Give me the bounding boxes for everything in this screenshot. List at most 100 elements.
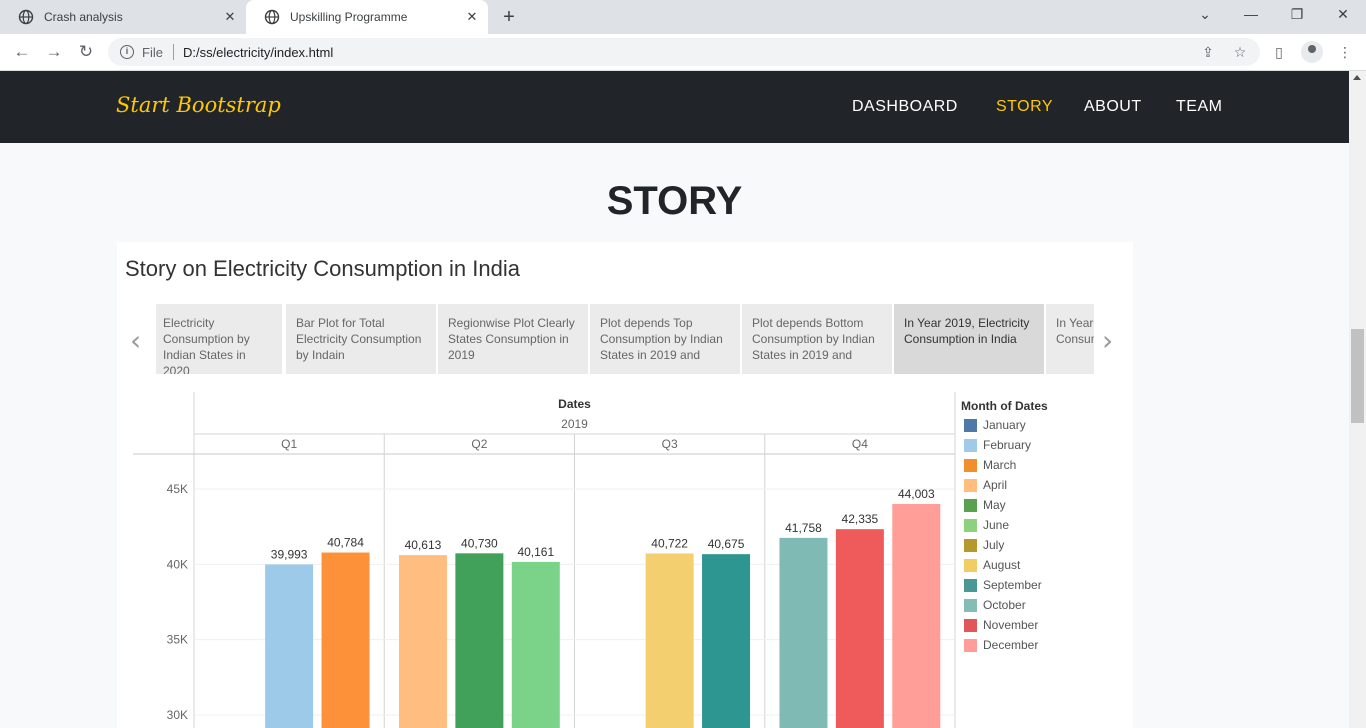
legend-label: April: [983, 478, 1008, 492]
side-panel-icon[interactable]: ▯: [1269, 42, 1289, 62]
legend-swatch: [964, 418, 977, 432]
legend-swatch: [964, 538, 977, 552]
share-icon[interactable]: ⇪: [1198, 42, 1218, 62]
address-bar[interactable]: i File D:/ss/electricity/index.html: [108, 38, 1260, 66]
scheme-label: File: [142, 44, 163, 60]
forward-arrow-icon[interactable]: →: [43, 41, 65, 63]
browser-tab-strip: Crash analysis ✕ Upskilling Programme ✕ …: [0, 0, 1366, 34]
browser-tab-upskilling-programme[interactable]: Upskilling Programme ✕: [246, 0, 488, 34]
nav-item-about[interactable]: ABOUT: [1084, 98, 1142, 116]
profile-avatar-icon[interactable]: [1301, 41, 1323, 63]
close-tab-icon[interactable]: ✕: [222, 9, 238, 25]
new-tab-icon[interactable]: +: [498, 7, 520, 29]
legend-label: July: [983, 538, 1005, 552]
legend-label: September: [983, 578, 1042, 592]
legend-item-april[interactable]: April: [964, 477, 1007, 493]
legend-item-september[interactable]: September: [964, 577, 1042, 593]
quarter-label: Q4: [852, 437, 868, 451]
legend-swatch: [964, 458, 977, 472]
bookmark-star-icon[interactable]: ☆: [1230, 42, 1250, 62]
legend-title: Month of Dates: [961, 399, 1048, 413]
nav-item-dashboard[interactable]: DASHBOARD: [852, 98, 958, 116]
nav-item-team[interactable]: TEAM: [1176, 98, 1222, 116]
legend-item-may[interactable]: May: [964, 497, 1006, 513]
story-prev-arrow-icon[interactable]: ‹: [130, 324, 141, 357]
legend-label: October: [983, 598, 1026, 612]
bar-september: [702, 554, 751, 728]
legend-swatch: [964, 598, 977, 612]
quarter-label: Q3: [662, 437, 678, 451]
data-label-june: 40,161: [517, 545, 554, 559]
page-title: STORY: [606, 179, 743, 223]
reload-icon[interactable]: ↻: [75, 41, 97, 63]
site-navbar: Start Bootstrap DASHBOARD STORY ABOUT TE…: [0, 71, 1349, 143]
data-label-december: 44,003: [898, 487, 935, 501]
data-label-february: 39,993: [271, 547, 308, 561]
bar-october: [779, 537, 828, 728]
legend-swatch: [964, 518, 977, 532]
legend-swatch: [964, 478, 977, 492]
browser-toolbar: ← → ↻ i File D:/ss/electricity/index.htm…: [0, 34, 1366, 71]
back-arrow-icon[interactable]: ←: [11, 41, 33, 63]
legend-swatch: [964, 638, 977, 652]
scroll-up-arrow-icon[interactable]: [1353, 75, 1361, 80]
close-window-icon[interactable]: ✕: [1332, 6, 1354, 26]
story-point[interactable]: Regionwise Plot Clearly States Consumpti…: [438, 304, 588, 374]
story-next-arrow-icon[interactable]: ›: [1102, 324, 1113, 357]
year-header-label: 2019: [561, 417, 588, 431]
legend-label: August: [983, 558, 1021, 572]
nav-item-story[interactable]: STORY: [996, 98, 1053, 116]
quarter-label: Q1: [281, 437, 297, 451]
legend-item-june[interactable]: June: [964, 517, 1009, 533]
page-viewport: Start Bootstrap DASHBOARD STORY ABOUT TE…: [0, 71, 1349, 728]
legend-item-february[interactable]: February: [964, 437, 1031, 453]
story-title: Story on Electricity Consumption in Indi…: [125, 256, 520, 281]
bar-august: [645, 553, 694, 728]
data-label-september: 40,675: [708, 537, 745, 551]
legend-label: January: [983, 418, 1026, 432]
browser-tab-crash-analysis[interactable]: Crash analysis ✕: [0, 0, 246, 34]
legend-item-october[interactable]: October: [964, 597, 1026, 613]
data-label-april: 40,613: [405, 538, 442, 552]
story-point[interactable]: Plot depends Bottom Consumption by India…: [742, 304, 892, 374]
url-text[interactable]: D:/ss/electricity/index.html: [183, 45, 333, 60]
y-tick-label: 30K: [167, 708, 188, 722]
story-point[interactable]: In Year Electricity Consumption: [1046, 304, 1094, 374]
legend-label: December: [983, 638, 1039, 652]
story-point[interactable]: Bar Plot for Total Electricity Consumpti…: [286, 304, 436, 374]
bar-november: [835, 529, 884, 728]
page-scrollbar[interactable]: [1349, 71, 1366, 728]
minimize-icon[interactable]: —: [1240, 6, 1262, 26]
legend-item-january[interactable]: January: [964, 417, 1026, 433]
scrollbar-thumb[interactable]: [1351, 329, 1364, 423]
legend-swatch: [964, 578, 977, 592]
story-point[interactable]: Plot depends Top Consumption by Indian S…: [590, 304, 740, 374]
legend-item-december[interactable]: December: [964, 637, 1038, 653]
tableau-story-card: Story on Electricity Consumption in Indi…: [117, 242, 1133, 728]
data-label-october: 41,758: [785, 521, 822, 535]
navbar-brand[interactable]: Start Bootstrap: [116, 93, 281, 117]
tab-title: Upskilling Programme: [290, 10, 408, 24]
legend-item-july[interactable]: July: [964, 537, 1004, 553]
quarter-label: Q2: [471, 437, 487, 451]
legend-item-march[interactable]: March: [964, 457, 1016, 473]
legend-swatch: [964, 438, 977, 452]
story-point-selected[interactable]: In Year 2019, Electricity Consumption in…: [894, 304, 1044, 374]
globe-icon: [264, 9, 280, 25]
legend-swatch: [964, 558, 977, 572]
info-icon[interactable]: i: [120, 45, 134, 59]
menu-kebab-icon[interactable]: ⋮: [1335, 42, 1355, 62]
legend-swatch: [964, 498, 977, 512]
restore-icon[interactable]: ❐: [1286, 6, 1308, 26]
bar-may: [455, 553, 504, 728]
column-header-label: Dates: [558, 397, 591, 411]
close-tab-icon[interactable]: ✕: [464, 9, 480, 25]
data-label-may: 40,730: [461, 536, 498, 550]
legend-item-november[interactable]: November: [964, 617, 1038, 633]
legend-item-august[interactable]: August: [964, 557, 1020, 573]
legend-label: February: [983, 438, 1032, 452]
data-label-march: 40,784: [327, 536, 364, 550]
legend-label: March: [983, 458, 1017, 472]
tab-search-chevron-icon[interactable]: ⌄: [1194, 6, 1216, 26]
story-point[interactable]: Electricity Consumption by Indian States…: [156, 304, 282, 374]
